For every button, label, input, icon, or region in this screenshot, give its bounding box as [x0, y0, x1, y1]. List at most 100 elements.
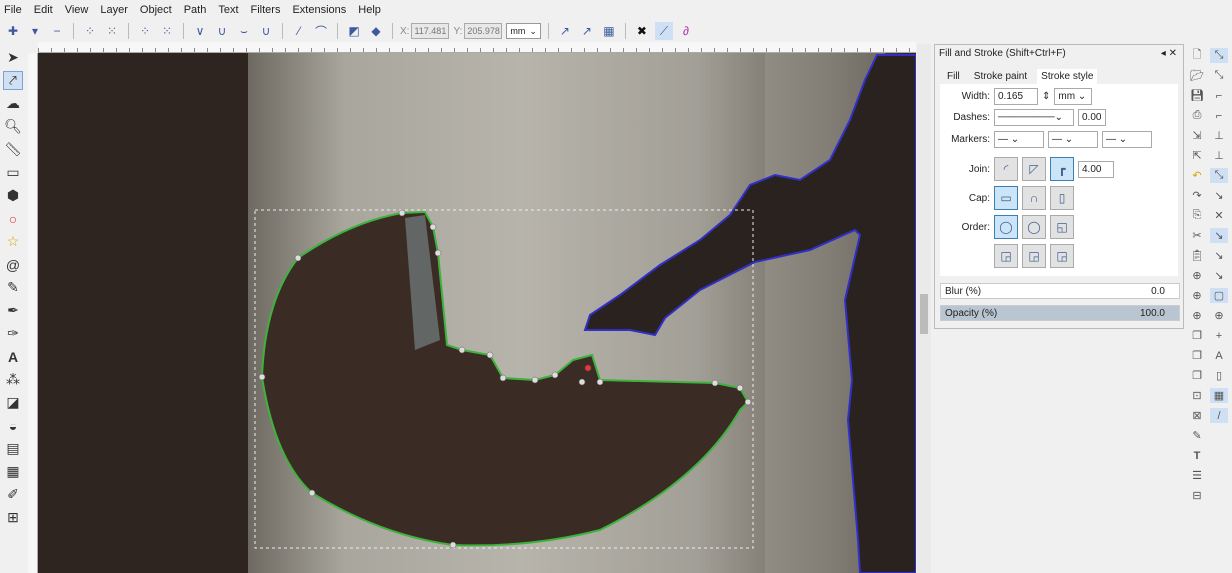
snap-intersection-icon[interactable]: ✕ — [1210, 208, 1228, 223]
menu-file[interactable]: File — [4, 4, 22, 16]
transform-handles-icon[interactable]: ✖ — [633, 22, 651, 40]
order-markers-button[interactable]: ◱ — [1050, 215, 1074, 239]
panel-close-icon[interactable]: ✕ — [1169, 48, 1177, 59]
zoom-selection-icon[interactable]: ⊕ — [1188, 268, 1206, 283]
pen-tool-icon[interactable]: ✒ — [3, 301, 23, 320]
unit-select[interactable]: mm ⌄ — [506, 23, 541, 39]
tab-fill[interactable]: Fill — [943, 69, 964, 84]
snap-bbox-corner-icon[interactable]: ⌐ — [1210, 108, 1228, 123]
vertical-scrollbar[interactable] — [917, 44, 931, 573]
menu-path[interactable]: Path — [184, 4, 207, 16]
dashes-select[interactable]: ────────⌄ — [994, 109, 1074, 126]
new-document-icon[interactable]: 🗋︎ — [1188, 48, 1206, 63]
snap-smooth-icon[interactable]: ↘ — [1210, 248, 1228, 263]
connector-tool-icon[interactable]: ⊞ — [3, 508, 23, 527]
blur-slider[interactable]: Blur (%) 0.0 — [940, 283, 1180, 299]
spray-tool-icon[interactable]: ⁂ — [3, 370, 23, 389]
cusp-node-icon[interactable]: ∨ — [191, 22, 209, 40]
save-icon[interactable]: 💾︎ — [1188, 88, 1206, 103]
pencil-tool-icon[interactable]: ✎ — [3, 278, 23, 297]
end-marker-select[interactable]: — ⌄ — [1102, 131, 1152, 148]
ellipse-tool-icon[interactable]: ○ — [3, 209, 23, 228]
snap-bbox-icon[interactable]: ⤡ — [1210, 68, 1228, 83]
text-tool-icon[interactable]: A — [3, 347, 23, 366]
copy-icon[interactable]: ⎘ — [1188, 208, 1206, 223]
menu-object[interactable]: Object — [140, 4, 172, 16]
panel-collapse-icon[interactable]: ◂ — [1161, 48, 1166, 59]
zoom-drawing-icon[interactable]: ⊕ — [1188, 288, 1206, 303]
width-input[interactable]: 0.165 — [994, 88, 1038, 105]
snap-cusp-icon[interactable]: ↘ — [1210, 228, 1228, 243]
calligraphy-tool-icon[interactable]: ✑ — [3, 324, 23, 343]
gradient-tool-icon[interactable]: ▤ — [3, 439, 23, 458]
text-font-icon[interactable]: T — [1188, 448, 1206, 463]
show-outline-icon[interactable]: ▦ — [600, 22, 618, 40]
show-bezier-handles-icon[interactable]: ⟋ — [654, 22, 673, 40]
tweak-tool-icon[interactable]: ☁ — [3, 94, 23, 113]
line-segment-icon[interactable]: ⁄ — [290, 22, 308, 40]
menu-help[interactable]: Help — [358, 4, 381, 16]
show-transform-handles-icon[interactable]: ↗ — [556, 22, 574, 40]
snap-nodes-icon[interactable]: ⤡ — [1210, 168, 1228, 183]
smooth-node-icon[interactable]: ∪ — [213, 22, 231, 40]
unlink-clone-icon[interactable]: ❐ — [1188, 368, 1206, 383]
import-icon[interactable]: ⇲ — [1188, 128, 1206, 143]
snap-path-icon[interactable]: ↘ — [1210, 188, 1228, 203]
layers-icon[interactable]: ☰ — [1188, 468, 1206, 483]
order-option-6-button[interactable]: ◲ — [1050, 244, 1074, 268]
snap-rotation-icon[interactable]: + — [1210, 328, 1228, 343]
snap-bbox-mid-icon[interactable]: ⊥ — [1210, 128, 1228, 143]
cut-icon[interactable]: ✂ — [1188, 228, 1206, 243]
horizontal-ruler[interactable] — [38, 42, 916, 53]
snap-baseline-icon[interactable]: A — [1210, 348, 1228, 363]
mesh-tool-icon[interactable]: ▦ — [3, 462, 23, 481]
rectangle-tool-icon[interactable]: ▭ — [3, 163, 23, 182]
bevel-join-button[interactable]: ◸ — [1022, 157, 1046, 181]
opacity-slider[interactable]: Opacity (%) 100.0 — [940, 305, 1180, 321]
dropper-tool-icon[interactable]: ✐ — [3, 485, 23, 504]
show-handles-icon[interactable]: ↗ — [578, 22, 596, 40]
width-unit-select[interactable]: mm ⌄ — [1054, 88, 1093, 105]
measure-tool-icon[interactable]: 📏︎ — [3, 140, 23, 159]
delete-segment-icon[interactable]: ⁙ — [158, 22, 176, 40]
export-icon[interactable]: ⇱ — [1188, 148, 1206, 163]
open-icon[interactable]: 📂︎ — [1188, 68, 1206, 83]
print-icon[interactable]: ⎙ — [1188, 108, 1206, 123]
y-input[interactable]: 205.978 — [464, 23, 503, 39]
snap-center-icon[interactable]: ⊕ — [1210, 308, 1228, 323]
snap-page-icon[interactable]: ▯ — [1210, 368, 1228, 383]
order-option-5-button[interactable]: ◲ — [1022, 244, 1046, 268]
paste-icon[interactable]: 📋︎ — [1188, 248, 1206, 263]
spiral-tool-icon[interactable]: @ — [3, 255, 23, 274]
paint-bucket-tool-icon[interactable]: ◒ — [3, 416, 23, 435]
snap-midpoint-icon[interactable]: ↘ — [1210, 268, 1228, 283]
menu-extensions[interactable]: Extensions — [292, 4, 346, 16]
xml-editor-icon[interactable]: ⊟ — [1188, 488, 1206, 503]
vertical-ruler[interactable] — [28, 53, 38, 573]
group-icon[interactable]: ⊡ — [1188, 388, 1206, 403]
star-tool-icon[interactable]: ☆ — [3, 232, 23, 251]
clone-icon[interactable]: ❐ — [1188, 348, 1206, 363]
round-join-button[interactable]: ◜ — [994, 157, 1018, 181]
butt-cap-button[interactable]: ▭ — [994, 186, 1018, 210]
auto-smooth-node-icon[interactable]: ∪ — [257, 22, 275, 40]
snap-grid-icon[interactable]: ▦ — [1210, 388, 1228, 403]
ungroup-icon[interactable]: ⊠ — [1188, 408, 1206, 423]
break-path-icon[interactable]: ⁙ — [103, 22, 121, 40]
curve-segment-icon[interactable]: ⌒ — [312, 22, 330, 40]
dashes-offset-input[interactable]: 0.00 — [1078, 109, 1106, 126]
tab-stroke-paint[interactable]: Stroke paint — [970, 69, 1031, 84]
snap-enable-icon[interactable]: ⤡ — [1210, 48, 1228, 63]
eraser-tool-icon[interactable]: ◪ — [3, 393, 23, 412]
snap-bbox-center-icon[interactable]: ⊥ — [1210, 148, 1228, 163]
menu-view[interactable]: View — [65, 4, 89, 16]
order-option-4-button[interactable]: ◲ — [994, 244, 1018, 268]
scrollbar-thumb[interactable] — [920, 294, 928, 334]
insert-node-icon[interactable]: ✚ — [4, 22, 22, 40]
round-cap-button[interactable]: ∩ — [1022, 186, 1046, 210]
undo-icon[interactable]: ↶ — [1188, 168, 1206, 183]
square-cap-button[interactable]: ▯ — [1050, 186, 1074, 210]
mid-marker-select[interactable]: — ⌄ — [1048, 131, 1098, 148]
snap-guide-icon[interactable]: / — [1210, 408, 1228, 423]
order-stroke-fill-button[interactable]: ◯ — [1022, 215, 1046, 239]
